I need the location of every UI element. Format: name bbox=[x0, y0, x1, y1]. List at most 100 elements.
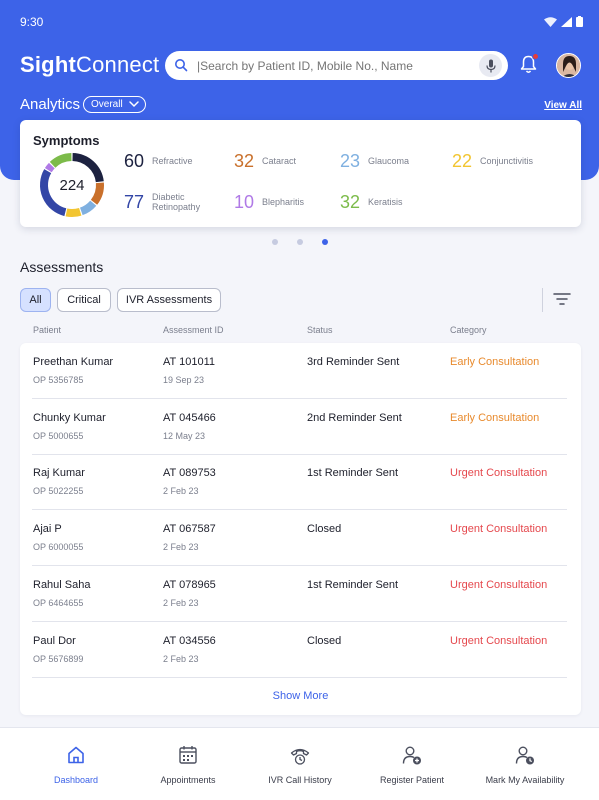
chip-ivr-assessments[interactable]: IVR Assessments bbox=[117, 288, 221, 312]
stat-label: Cataract bbox=[262, 156, 297, 166]
home-icon bbox=[68, 746, 84, 764]
analytics-header: Analytics Overall View All bbox=[20, 95, 582, 115]
column-header-patient: Patient bbox=[33, 325, 62, 335]
show-more-button[interactable]: Show More bbox=[20, 690, 581, 702]
assessments-title: Assessments bbox=[20, 259, 104, 275]
assessment-status: Closed bbox=[307, 635, 342, 647]
donut-segment bbox=[90, 182, 104, 205]
stat-refractive: 60 Refractive bbox=[124, 150, 193, 172]
patient-name: Ajai P bbox=[33, 523, 62, 535]
patient-name: Rahul Saha bbox=[33, 579, 91, 591]
symptoms-title: Symptoms bbox=[33, 133, 100, 148]
assessment-status: 1st Reminder Sent bbox=[307, 467, 399, 479]
nav-register-patient[interactable]: Register Patient bbox=[362, 728, 462, 800]
patient-op: OP 5356785 bbox=[33, 375, 84, 385]
carousel-dot-active[interactable] bbox=[322, 239, 328, 245]
table-row[interactable]: Preethan Kumar OP 5356785 AT 101011 19 S… bbox=[32, 343, 567, 399]
voice-search-button[interactable] bbox=[479, 54, 502, 77]
assessment-id: AT 089753 bbox=[163, 467, 216, 479]
analytics-filter-dropdown[interactable]: Overall bbox=[83, 96, 146, 113]
assessment-date: 2 Feb 23 bbox=[163, 486, 199, 496]
table-row[interactable]: Ajai P OP 6000055 AT 067587 2 Feb 23 Clo… bbox=[32, 510, 567, 566]
stat-diabetic-retinopathy: 77 Diabetic Retinopathy bbox=[124, 191, 200, 213]
assessment-date: 2 Feb 23 bbox=[163, 542, 199, 552]
patient-op: OP 5000655 bbox=[33, 431, 84, 441]
carousel-dot[interactable] bbox=[297, 239, 303, 245]
column-header-category: Category bbox=[450, 325, 487, 335]
table-row[interactable]: Paul Dor OP 5676899 AT 034556 2 Feb 23 C… bbox=[32, 622, 567, 678]
stat-glaucoma: 23 Glaucoma bbox=[340, 150, 409, 172]
assessment-status: Closed bbox=[307, 523, 342, 535]
carousel-dot[interactable] bbox=[272, 239, 278, 245]
stat-value: 22 bbox=[452, 150, 473, 171]
donut-segment bbox=[65, 207, 82, 217]
chip-all[interactable]: All bbox=[20, 288, 51, 312]
column-header-status: Status bbox=[307, 325, 333, 335]
stat-value: 10 bbox=[234, 191, 255, 212]
assessment-date: 2 Feb 23 bbox=[163, 598, 199, 608]
assessments-table: Preethan Kumar OP 5356785 AT 101011 19 S… bbox=[20, 343, 581, 715]
logo-light-text: Connect bbox=[76, 52, 160, 77]
stat-label: Blepharitis bbox=[262, 197, 305, 207]
stat-value: 32 bbox=[340, 191, 361, 212]
stat-label: Diabetic Retinopathy bbox=[152, 192, 200, 212]
avatar[interactable] bbox=[556, 53, 581, 78]
patient-name: Raj Kumar bbox=[33, 467, 85, 479]
table-row[interactable]: Chunky Kumar OP 5000655 AT 045466 12 May… bbox=[32, 399, 567, 455]
nav-mark-my-availability[interactable]: Mark My Availability bbox=[474, 728, 576, 800]
symptoms-total: 224 bbox=[59, 177, 85, 194]
chip-critical[interactable]: Critical bbox=[57, 288, 111, 312]
calendar-icon bbox=[179, 746, 197, 764]
table-row[interactable]: Raj Kumar OP 5022255 AT 089753 2 Feb 23 … bbox=[32, 454, 567, 510]
battery-icon bbox=[576, 16, 583, 27]
system-indicators bbox=[544, 16, 583, 27]
signal-icon bbox=[561, 16, 572, 27]
stat-label: Refractive bbox=[152, 156, 193, 166]
assessment-category: Early Consultation bbox=[450, 356, 540, 368]
nav-appointments[interactable]: Appointments bbox=[138, 728, 238, 800]
assessment-category: Early Consultation bbox=[450, 412, 540, 424]
notifications-button[interactable] bbox=[520, 53, 539, 79]
donut-segment bbox=[49, 153, 72, 168]
filter-button[interactable] bbox=[553, 292, 571, 311]
stat-value: 60 bbox=[124, 150, 145, 171]
nav-ivr-call-history[interactable]: IVR Call History bbox=[250, 728, 350, 800]
view-all-link[interactable]: View All bbox=[544, 100, 582, 111]
status-bar: 9:30 bbox=[0, 0, 599, 44]
stat-label: Keratisis bbox=[368, 197, 403, 207]
wifi-icon bbox=[544, 16, 557, 27]
search-bar bbox=[165, 51, 508, 80]
nav-label: IVR Call History bbox=[268, 775, 332, 785]
analytics-title: Analytics bbox=[20, 96, 81, 113]
logo-bold-text: Sight bbox=[20, 52, 76, 77]
stat-value: 23 bbox=[340, 150, 361, 171]
assessment-category: Urgent Consultation bbox=[450, 579, 548, 591]
donut-segment bbox=[79, 200, 97, 216]
app-logo: SightConnect bbox=[20, 52, 159, 78]
stat-conjunctivitis: 22 Conjunctivitis bbox=[452, 150, 533, 172]
stat-label: Conjunctivitis bbox=[480, 156, 534, 166]
patient-name: Chunky Kumar bbox=[33, 412, 106, 424]
assessment-date: 19 Sep 23 bbox=[163, 375, 205, 385]
patient-op: OP 6464655 bbox=[33, 598, 84, 608]
search-input[interactable] bbox=[197, 56, 467, 75]
analytics-filter-label: Overall bbox=[91, 99, 123, 110]
stat-label-line1: Diabetic bbox=[152, 192, 185, 202]
bottom-navigation: Dashboard Appointments IVR Call History … bbox=[0, 727, 599, 800]
assessment-status: 3rd Reminder Sent bbox=[307, 356, 400, 368]
search-icon bbox=[175, 59, 188, 72]
assessment-category: Urgent Consultation bbox=[450, 635, 548, 647]
assessment-id: AT 101011 bbox=[163, 356, 215, 368]
nav-label: Register Patient bbox=[379, 775, 445, 785]
assessment-date: 12 May 23 bbox=[163, 431, 206, 441]
stat-value: 77 bbox=[124, 191, 145, 212]
symptoms-card: Symptoms 224 60 Refractive 32 Cataract 2… bbox=[20, 120, 581, 227]
stat-label: Glaucoma bbox=[368, 156, 410, 166]
microphone-icon bbox=[485, 59, 496, 72]
assessment-date: 2 Feb 23 bbox=[163, 654, 199, 664]
table-row[interactable]: Rahul Saha OP 6464655 AT 078965 2 Feb 23… bbox=[32, 566, 567, 622]
assessment-status: 1st Reminder Sent bbox=[307, 579, 399, 591]
phone-history-icon bbox=[290, 748, 310, 765]
nav-dashboard[interactable]: Dashboard bbox=[26, 728, 126, 800]
patient-name: Preethan Kumar bbox=[33, 356, 114, 368]
